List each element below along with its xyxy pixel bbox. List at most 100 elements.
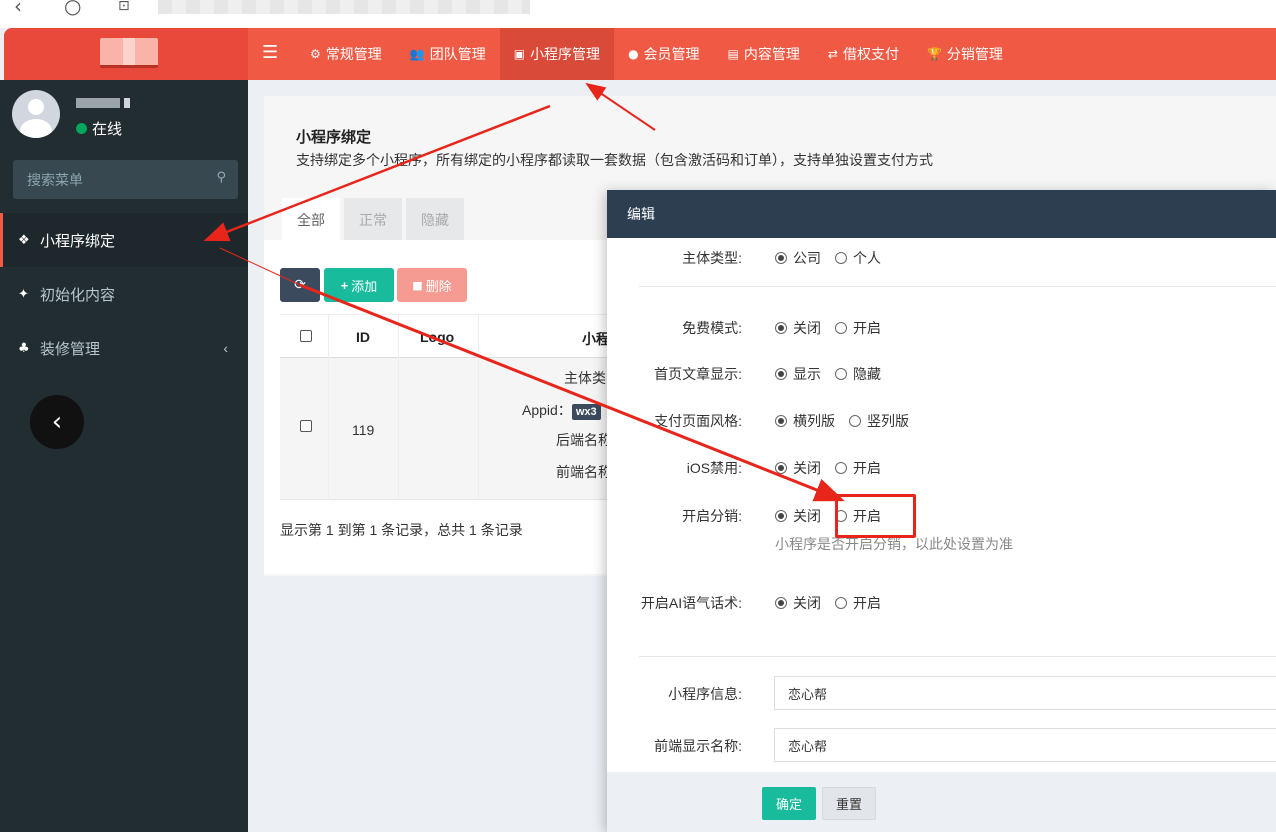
tab-all[interactable]: 全部 [282,198,340,242]
top-nav-icon: 👥 [409,47,425,61]
radio-unchecked-icon [835,462,847,474]
radio-checked-icon [775,322,787,334]
sidebar-search: ⚲ [13,160,238,199]
avatar [12,90,60,138]
tab-icon[interactable]: ⊡ [118,0,130,14]
field-label: 开启分销: [682,508,742,524]
screen: ‹ ○ ⊡ ☰ ⚙ 常规管理 👥 团队管理 ▣ 小程序管理 ● 会员管理 ▤ 内容管理 ⇄ 借权支付 🏆… [0,0,1276,832]
radio-checked-icon [775,597,787,609]
search-input[interactable] [13,160,203,199]
collapse-sidebar-button[interactable]: ‹ [30,395,84,449]
field-label: 支付页面风格: [654,413,742,429]
modal-body: 主体类型: 公司 个人 免费模式: 关闭 开启 首页文章显示: 显示 隐藏 支付… [607,238,1276,772]
reset-button[interactable]: 重置 [822,787,876,820]
radio-personal[interactable]: 个人 [835,248,881,268]
browser-toolbar: ‹ ○ ⊡ [0,0,1276,28]
tab-normal[interactable]: 正常 [344,198,402,242]
field-label: 开启AI语气话术: [640,595,742,611]
sidebar-item-init[interactable]: ✦ 初始化内容 [0,267,248,321]
top-nav-icon: ● [628,47,639,61]
top-nav-label: 会员管理 [643,46,700,62]
menu-toggle-icon[interactable]: ☰ [262,42,278,63]
appid-tag: wx3 [571,404,601,420]
radio-off[interactable]: 关闭 [775,318,821,338]
column-divider [328,315,329,359]
modal-title: 编辑 [627,206,655,222]
column-header-logo[interactable]: Logo [420,329,454,345]
top-nav-icon: ⇄ [827,47,838,61]
radio-group: 关闭 开启 [775,458,895,478]
back-icon[interactable]: ‹ [14,0,22,18]
top-nav-icon: 🏆 [926,47,942,61]
tab-hidden[interactable]: 隐藏 [406,198,464,242]
radio-group: 显示 隐藏 [775,364,895,384]
table-row[interactable]: 119 主体类 Appid： wx3 后端名称 前端名称 [280,358,624,500]
sidebar-item-decor[interactable]: ♣ 装修管理 ‹ [0,321,248,375]
radio-on[interactable]: 开启 [835,458,881,478]
column-header-id[interactable]: ID [356,329,370,345]
radio-on[interactable]: 开启 [835,318,881,338]
radio-checked-icon [775,252,787,264]
column-header-name[interactable]: 小程 [582,329,610,349]
page-title: 小程序绑定 [296,129,372,146]
top-nav-icon: ⚙ [310,47,321,61]
row-subject-type: 主体类 [564,370,606,386]
delete-label: 删除 [425,278,452,294]
filter-tabs: 全部 正常 隐藏 [282,198,468,242]
top-header: ☰ ⚙ 常规管理 👥 团队管理 ▣ 小程序管理 ● 会员管理 ▤ 内容管理 ⇄ 借权支付 🏆 分销管理 [4,28,1276,80]
radio-label: 开启 [853,320,881,336]
top-nav-item[interactable]: ● 会员管理 [614,28,713,80]
radio-off[interactable]: 关闭 [775,458,821,478]
search-icon[interactable]: ⚲ [216,170,226,185]
top-nav-icon: ▣ [513,47,526,61]
radio-label: 开启 [853,460,881,476]
top-nav-label: 常规管理 [325,46,382,62]
radio-group: 横列版 竖列版 [775,411,923,431]
row-checkbox[interactable] [300,420,312,432]
delete-button[interactable]: ■ 删除 [397,268,467,302]
url-blurred [158,0,530,14]
radio-label: 竖列版 [867,413,909,429]
sidebar-item-label: 初始化内容 [40,286,116,304]
top-nav-item[interactable]: 👥 团队管理 [396,28,500,80]
top-nav-item[interactable]: ▣ 小程序管理 [499,28,615,80]
radio-company[interactable]: 公司 [775,248,821,268]
radio-group: 关闭 开启 [775,593,895,613]
radio-on[interactable]: 开启 [835,593,881,613]
top-nav-item[interactable]: ⚙ 常规管理 [296,28,396,80]
sidebar-item-bind[interactable]: ❖ 小程序绑定 [0,213,248,267]
radio-hide[interactable]: 隐藏 [835,364,881,384]
top-nav-item[interactable]: ⇄ 借权支付 [814,28,913,80]
top-nav-item[interactable]: 🏆 分销管理 [913,28,1017,80]
top-nav-item[interactable]: ▤ 内容管理 [714,28,814,80]
front-name-input[interactable]: 恋心帮 [774,728,1276,762]
radio-horizontal[interactable]: 横列版 [775,411,835,431]
logo [100,38,158,68]
chevron-left-icon: ‹ [223,340,228,356]
mini-info-input[interactable]: 恋心帮 [774,676,1276,710]
field-label: 小程序信息: [668,686,742,702]
radio-label: 个人 [853,250,881,266]
top-nav-label: 小程序管理 [530,46,601,62]
reload-icon[interactable]: ○ [64,0,81,18]
row-appid: Appid： wx3 [522,400,601,420]
radio-show[interactable]: 显示 [775,364,821,384]
radio-unchecked-icon [835,368,847,380]
select-all-checkbox[interactable] [300,330,312,342]
refresh-button[interactable]: ⟳ [280,268,320,302]
radio-label: 横列版 [793,413,835,429]
field-label: 免费模式: [682,320,742,336]
sitemap-icon: ♣ [18,340,30,356]
radio-off[interactable]: 关闭 [775,593,821,613]
confirm-button[interactable]: 确定 [762,787,816,820]
radio-off[interactable]: 关闭 [775,506,821,526]
online-dot-icon [76,123,87,134]
radio-label: 关闭 [793,460,821,476]
radio-label: 关闭 [793,320,821,336]
appid-label: Appid： [522,402,572,418]
radio-vertical[interactable]: 竖列版 [849,411,909,431]
radio-label: 关闭 [793,508,821,524]
field-label: 首页文章显示: [654,366,742,382]
add-button[interactable]: + 添加 [324,268,394,302]
row-id: 119 [352,422,375,438]
